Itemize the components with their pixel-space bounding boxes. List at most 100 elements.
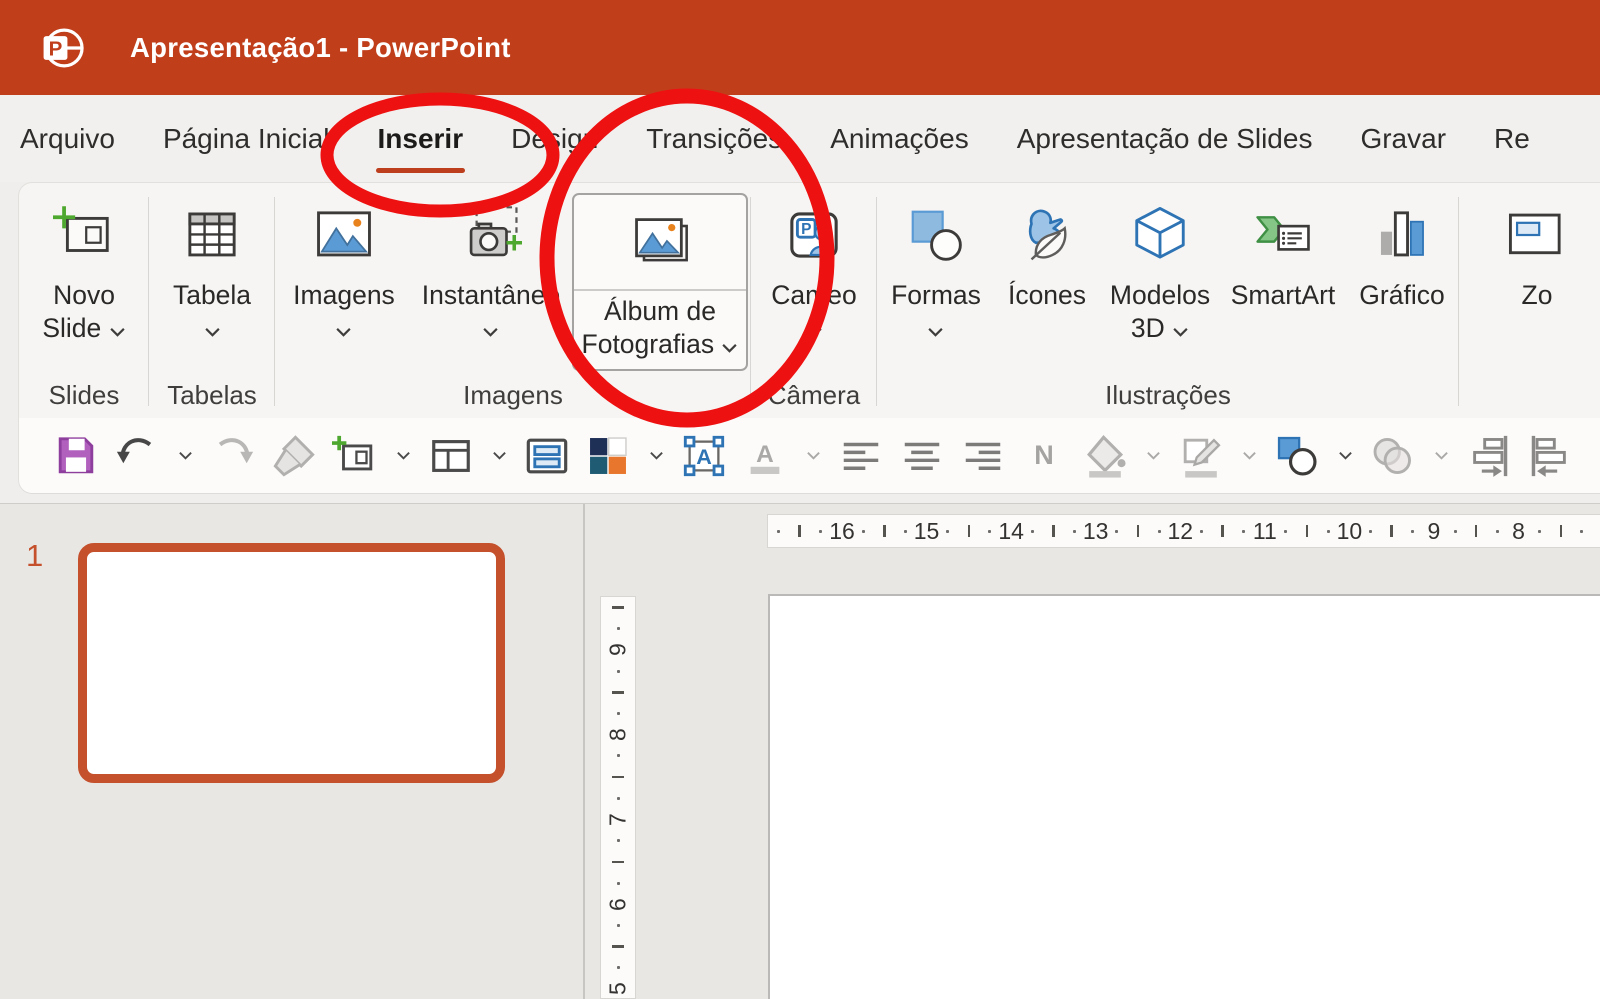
tab-pagina-inicial[interactable]: Página Inicial	[139, 95, 354, 182]
shape-outline-button[interactable]	[1178, 433, 1224, 479]
images-button[interactable]: Imagens	[278, 191, 410, 345]
format-painter-icon	[271, 433, 317, 479]
shape-outline-menu-button[interactable]	[1239, 433, 1259, 479]
svg-text:P: P	[49, 37, 63, 60]
new-slide-small-button[interactable]	[332, 433, 378, 479]
tab-animacoes[interactable]: Animações	[806, 95, 993, 182]
chevron-down-icon	[806, 451, 821, 460]
slide-thumbnail[interactable]	[78, 543, 505, 783]
images-icon	[278, 191, 410, 279]
shapes-small-button[interactable]	[1274, 433, 1320, 479]
theme-colors-menu-button[interactable]	[646, 433, 666, 479]
shape-fill-menu-button[interactable]	[1143, 433, 1163, 479]
ribbon-group-imagens: Imagens Instantâneo	[275, 183, 751, 418]
horizontal-ruler: 1615141312111098	[767, 514, 1600, 548]
bold-button[interactable]: N	[1021, 433, 1067, 479]
smartart-icon	[1224, 191, 1342, 279]
tab-transicoes[interactable]: Transições	[622, 95, 806, 182]
tab-revisao-partial[interactable]: Re	[1470, 95, 1554, 182]
ribbon-tab-row: Arquivo Página Inicial Inserir Design Tr…	[0, 95, 1600, 182]
chevron-down-icon	[492, 451, 507, 460]
work-area: 1 1615141312111098 98765	[0, 503, 1600, 999]
shapes-button[interactable]: Formas	[880, 191, 992, 345]
icons-button[interactable]: Ícones	[998, 191, 1096, 312]
undo-menu-button[interactable]	[175, 433, 195, 479]
redo-button[interactable]	[210, 433, 256, 479]
align-text-center-button[interactable]	[899, 433, 945, 479]
panel-divider[interactable]	[583, 504, 585, 999]
align-text-right-button[interactable]	[960, 433, 1006, 479]
new-slide-small-icon	[332, 433, 378, 479]
svg-text:A: A	[756, 440, 774, 467]
chevron-down-icon	[649, 451, 664, 460]
chart-icon	[1348, 191, 1456, 279]
merge-shapes-menu-button[interactable]	[1431, 433, 1451, 479]
format-painter-button[interactable]	[271, 433, 317, 479]
chevron-down-icon	[204, 327, 221, 337]
layout-button[interactable]	[428, 433, 474, 479]
font-color-menu-button[interactable]	[803, 433, 823, 479]
3d-models-button[interactable]: Modelos 3D	[1102, 191, 1218, 345]
tab-arquivo[interactable]: Arquivo	[0, 95, 139, 182]
group-label-imagens: Imagens	[275, 380, 751, 411]
save-icon	[53, 433, 99, 479]
layout-menu-button[interactable]	[489, 433, 509, 479]
chevron-down-icon	[1242, 451, 1257, 460]
bold-label: N	[1034, 440, 1054, 471]
ribbon-group-zoom-partial: Zo	[1459, 183, 1600, 418]
ribbon-group-ilustracoes: Formas Ícones	[877, 183, 1459, 418]
tab-inserir[interactable]: Inserir	[354, 95, 488, 182]
align-object-right-button[interactable]	[1466, 433, 1512, 479]
tab-gravar[interactable]: Gravar	[1336, 95, 1470, 182]
photo-album-button[interactable]: Álbum de Fotografias	[572, 193, 748, 371]
new-slide-icon	[24, 191, 144, 279]
zoom-button[interactable]: Zo	[1477, 191, 1597, 312]
redo-icon	[210, 433, 256, 479]
slide-number: 1	[26, 538, 43, 574]
chevron-down-icon	[1338, 451, 1353, 460]
cube-3d-icon	[1102, 191, 1218, 279]
group-label-camera: Câmera	[751, 380, 877, 411]
ribbon-group-slides: Novo Slide Slides	[19, 183, 149, 418]
chevron-down-icon	[335, 327, 352, 337]
group-label-slides: Slides	[19, 380, 149, 411]
new-slide-menu-button[interactable]	[393, 433, 413, 479]
reuse-slides-icon	[524, 433, 570, 479]
font-color-icon: A	[742, 433, 788, 479]
shape-outline-icon	[1178, 433, 1224, 479]
quick-access-toolbar: A A N	[18, 418, 1600, 494]
shapes-menu-button[interactable]	[1335, 433, 1355, 479]
powerpoint-logo-icon: P	[36, 22, 88, 74]
align-right-icon	[960, 433, 1006, 479]
photo-album-icon	[574, 195, 746, 291]
text-box-button[interactable]: A	[681, 433, 727, 479]
undo-icon	[114, 433, 160, 479]
save-button[interactable]	[53, 433, 99, 479]
table-button[interactable]: Tabela	[152, 191, 272, 345]
theme-colors-button[interactable]	[585, 433, 631, 479]
chevron-down-icon	[927, 327, 944, 337]
chart-button[interactable]: Gráfico	[1348, 191, 1456, 312]
undo-button[interactable]	[114, 433, 160, 479]
new-slide-button[interactable]: Novo Slide	[24, 191, 144, 345]
shape-fill-button[interactable]	[1082, 433, 1128, 479]
table-icon	[152, 191, 272, 279]
font-color-button[interactable]: A	[742, 433, 788, 479]
align-object-left-button[interactable]	[1527, 433, 1573, 479]
merge-shapes-icon	[1370, 433, 1416, 479]
cameo-button[interactable]: P Cameo	[754, 191, 874, 345]
align-text-left-button[interactable]	[838, 433, 884, 479]
reuse-slides-button[interactable]	[524, 433, 570, 479]
group-label-tabelas: Tabelas	[149, 380, 275, 411]
screenshot-button[interactable]: Instantâneo	[416, 191, 566, 345]
merge-shapes-button[interactable]	[1370, 433, 1416, 479]
smartart-button[interactable]: SmartArt	[1224, 191, 1342, 312]
tab-design[interactable]: Design	[487, 95, 622, 182]
shape-fill-icon	[1082, 433, 1128, 479]
slide-canvas[interactable]	[768, 594, 1600, 999]
title-bar: P Apresentação1 - PowerPoint	[0, 0, 1600, 95]
svg-text:A: A	[696, 443, 712, 468]
align-left-icon	[838, 433, 884, 479]
tab-apresentacao-de-slides[interactable]: Apresentação de Slides	[993, 95, 1337, 182]
layout-icon	[428, 433, 474, 479]
